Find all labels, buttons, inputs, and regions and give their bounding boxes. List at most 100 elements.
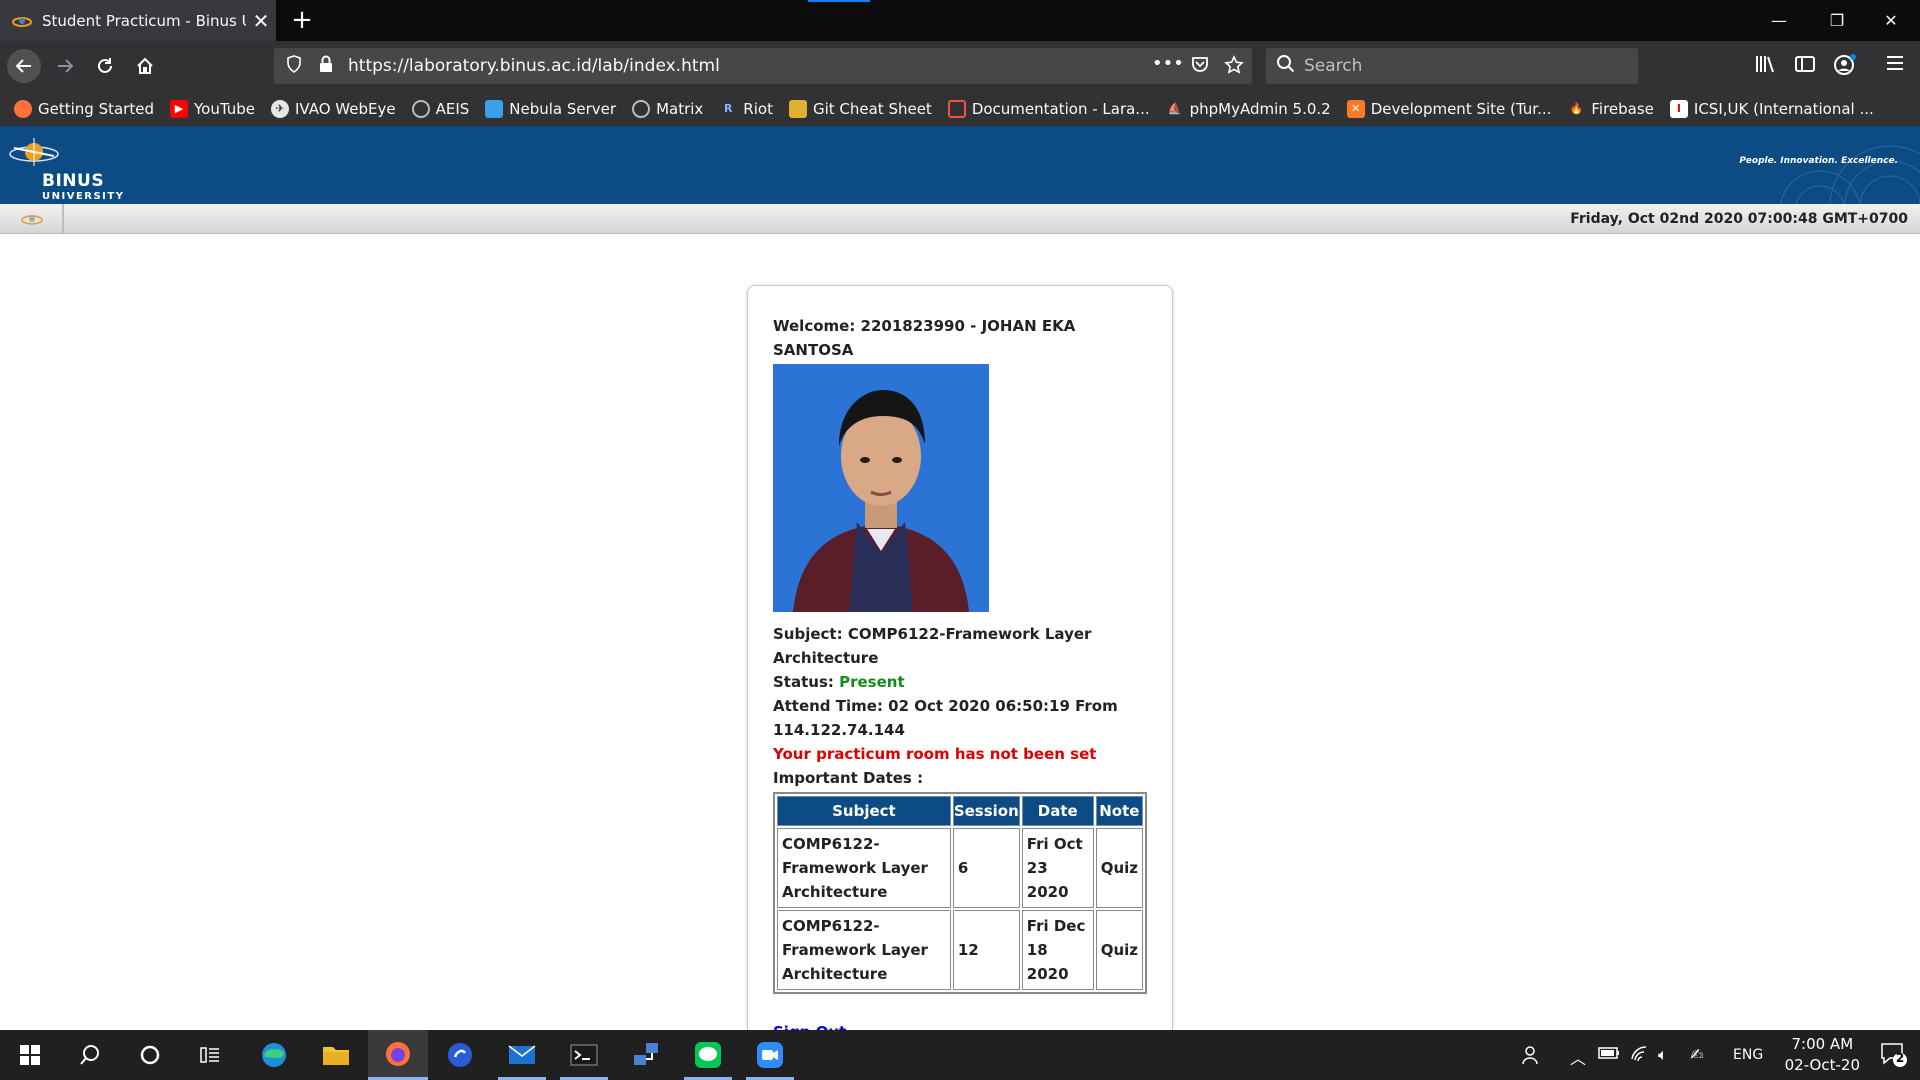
tab-strip-accent: [808, 0, 870, 2]
youtube-icon: ▶: [169, 99, 188, 118]
account-icon[interactable]: [1832, 53, 1858, 79]
firebase-icon: 🔥: [1569, 102, 1584, 115]
people-icon[interactable]: [1522, 1045, 1542, 1069]
cell-note: Quiz: [1095, 828, 1143, 908]
url-text[interactable]: https://laboratory.binus.ac.id/lab/index…: [348, 56, 720, 76]
app-circle-icon[interactable]: [430, 1030, 490, 1080]
notification-count: 2: [1895, 1051, 1905, 1065]
search-bar[interactable]: Search: [1266, 48, 1638, 84]
firefox-taskbar-icon[interactable]: [368, 1030, 428, 1080]
globe-icon: [411, 99, 430, 118]
room-warning: Your practicum room has not been set: [773, 745, 1097, 763]
bookmark-development-site[interactable]: ✕ Development Site (Tur...: [1346, 99, 1551, 118]
attend-time-line: Attend Time: 02 Oct 2020 06:50:19 From 1…: [773, 694, 1153, 742]
cell-date: Fri Oct 23 2020: [1021, 828, 1094, 908]
zoom-app-icon[interactable]: [740, 1030, 800, 1080]
minimize-icon[interactable]: —: [1750, 0, 1808, 41]
wifi-icon[interactable]: [1630, 1045, 1650, 1067]
status-separator: [62, 204, 64, 234]
bookmark-matrix[interactable]: Matrix: [632, 99, 703, 118]
phpmyadmin-icon: ⛵: [1167, 102, 1182, 115]
cell-session: 12: [952, 910, 1020, 990]
logo-name: BINUS: [42, 171, 105, 191]
edge-browser-icon[interactable]: [244, 1030, 304, 1080]
back-arrow-icon[interactable]: [7, 49, 41, 83]
sidebar-icon[interactable]: [1792, 53, 1818, 79]
cell-session: 6: [952, 828, 1020, 908]
restore-icon[interactable]: ❐: [1808, 0, 1866, 41]
bookmark-ivao-webeye[interactable]: ✈ IVAO WebEye: [270, 99, 396, 118]
bookmark-star-icon[interactable]: [1222, 55, 1246, 77]
git-icon: [788, 99, 807, 118]
student-portrait-image: [773, 364, 989, 612]
windows-start-icon[interactable]: [0, 1030, 60, 1080]
xampp-icon: ✕: [1346, 99, 1365, 118]
cell-date: Fri Dec 18 2020: [1021, 910, 1094, 990]
notification-center-icon[interactable]: 2: [1880, 1042, 1908, 1072]
bookmark-git-cheat-sheet[interactable]: Git Cheat Sheet: [788, 99, 932, 118]
bookmark-laravel-docs[interactable]: Documentation - Lara...: [947, 99, 1150, 118]
tab-student-practicum[interactable]: Student Practicum - Binus Univ ✕: [0, 0, 276, 41]
bookmarks-toolbar: Getting Started ▶ YouTube ✈ IVAO WebEye AE…: [0, 91, 1920, 126]
taskbar-date: 02-Oct-20: [1784, 1056, 1860, 1074]
status-label: Status:: [773, 673, 834, 691]
bookmark-nebula-server[interactable]: Nebula Server: [485, 99, 616, 118]
terminal-icon[interactable]: [554, 1030, 614, 1080]
bookmark-aeis[interactable]: AEIS: [411, 99, 469, 118]
network-app-icon[interactable]: [616, 1030, 676, 1080]
lock-icon[interactable]: [314, 55, 338, 77]
tab-close-icon[interactable]: ✕: [246, 9, 276, 33]
tray-chevron-up-icon[interactable]: ︿: [1570, 1045, 1586, 1069]
shield-icon[interactable]: [282, 55, 306, 77]
practicum-card: Welcome: 2201823990 - JOHAN EKA SANTOSA …: [747, 285, 1173, 1045]
firefox-icon: [14, 99, 32, 118]
nebula-icon: [485, 99, 504, 118]
cell-note: Quiz: [1095, 910, 1143, 990]
cortana-icon[interactable]: [120, 1030, 180, 1080]
home-icon[interactable]: [128, 49, 162, 83]
menu-hamburger-icon[interactable]: [1882, 53, 1908, 79]
laravel-icon: [947, 99, 966, 118]
window-close-icon[interactable]: ✕: [1862, 0, 1920, 41]
forward-arrow-icon[interactable]: [48, 49, 82, 83]
volume-icon[interactable]: 🔈︎: [1658, 1045, 1668, 1065]
page-actions-icon[interactable]: •••: [1152, 53, 1184, 75]
taskbar-clock[interactable]: 7:00 AM 02-Oct-20: [1785, 1034, 1860, 1076]
table-header-row: Subject Session Date Note: [777, 796, 1143, 826]
bookmark-phpmyadmin[interactable]: ⛵ phpMyAdmin 5.0.2: [1166, 100, 1331, 118]
student-photo: [773, 364, 989, 612]
battery-icon[interactable]: [1598, 1045, 1620, 1064]
new-tab-icon[interactable]: +: [286, 4, 318, 36]
riot-icon: R: [724, 102, 733, 115]
search-placeholder: Search: [1304, 56, 1363, 76]
pen-workspace-icon[interactable]: ✍︎: [1690, 1045, 1703, 1064]
mail-icon[interactable]: [492, 1030, 552, 1080]
bookmark-riot[interactable]: R Riot: [719, 100, 773, 118]
reload-icon[interactable]: [88, 49, 122, 83]
cell-subject: COMP6122-Framework Layer Architecture: [777, 910, 951, 990]
file-explorer-icon[interactable]: [306, 1030, 366, 1080]
globe-icon: [632, 99, 651, 118]
cell-subject: COMP6122-Framework Layer Architecture: [777, 828, 951, 908]
bookmark-icsi-uk[interactable]: I ICSI,UK (International ...: [1669, 99, 1874, 118]
windows-taskbar: ︿ 🔈︎ ✍︎ ENG 7:00 AM 02-Oct-20 2: [0, 1030, 1920, 1080]
taskbar-time: 7:00 AM: [1791, 1035, 1854, 1053]
browser-nav-bar: https://laboratory.binus.ac.id/lab/index…: [0, 41, 1920, 91]
column-header-session: Session: [952, 796, 1020, 826]
taskbar-search-icon[interactable]: [60, 1030, 120, 1080]
site-tagline: People. Innovation. Excellence.: [1739, 156, 1898, 166]
bookmark-youtube[interactable]: ▶ YouTube: [169, 99, 255, 118]
task-view-icon[interactable]: [180, 1030, 240, 1080]
url-bar[interactable]: https://laboratory.binus.ac.id/lab/index…: [274, 48, 1252, 84]
binus-favicon-icon: [12, 11, 32, 31]
bookmark-getting-started[interactable]: Getting Started: [14, 99, 154, 118]
language-indicator[interactable]: ENG: [1733, 1047, 1763, 1063]
pocket-icon[interactable]: [1188, 55, 1212, 77]
line-app-icon[interactable]: [678, 1030, 738, 1080]
bookmark-firebase[interactable]: 🔥 Firebase: [1567, 100, 1654, 118]
binus-logo[interactable]: BINUS UNIVERSITY: [8, 134, 123, 202]
library-icon[interactable]: [1752, 53, 1778, 79]
subject-label: Subject:: [773, 625, 843, 643]
logo-subtitle: UNIVERSITY: [42, 191, 125, 202]
browser-tab-bar: Student Practicum - Binus Univ ✕ + — ❐ ✕: [0, 0, 1920, 41]
